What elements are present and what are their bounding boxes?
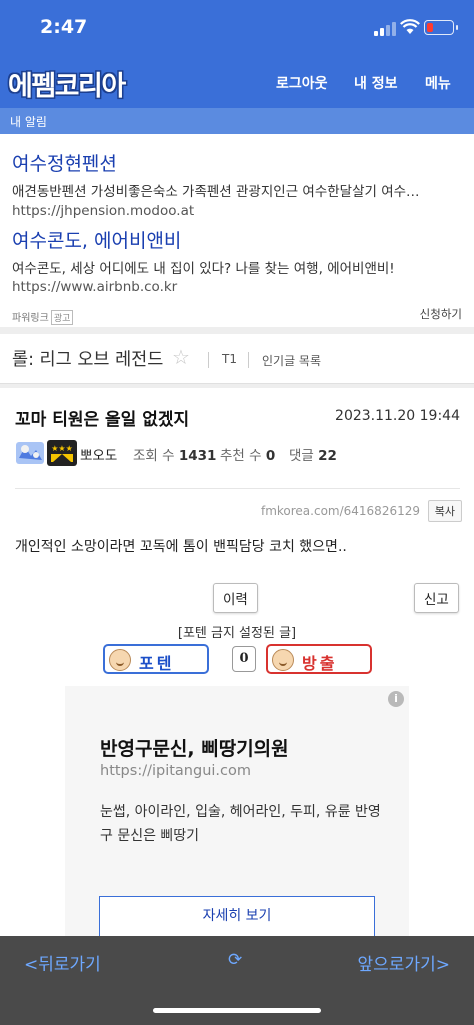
- view-count: 조회 수 1431: [133, 444, 216, 464]
- ad-url-1[interactable]: https://jhpension.modoo.at: [12, 203, 194, 219]
- views-value: 1431: [178, 448, 217, 464]
- vote-count: 0: [232, 646, 256, 672]
- views-label: 조회 수: [133, 448, 175, 464]
- cellular-signal-icon: [374, 22, 396, 36]
- forward-button[interactable]: 앞으로가기>: [358, 950, 450, 975]
- post-source-url: fmkorea.com/6416826129: [260, 504, 420, 518]
- reload-icon[interactable]: ⟳: [228, 950, 242, 970]
- post-title: 꼬마 티원은 올일 없겠지: [15, 410, 190, 430]
- ad-title-2[interactable]: 여수콘도, 에어비앤비: [12, 226, 181, 253]
- home-indicator[interactable]: [153, 1008, 321, 1013]
- divider: [208, 352, 209, 368]
- ad-card-url[interactable]: https://ipitangui.com: [100, 763, 251, 779]
- ad-url-2[interactable]: https://www.airbnb.co.kr: [12, 279, 177, 295]
- status-bar: 2:47: [0, 0, 474, 56]
- recommend-label: 추천 수: [220, 448, 262, 464]
- menu-link[interactable]: 메뉴: [425, 73, 451, 93]
- ad-desc-2: 여수콘도, 세상 어디에도 내 집이 있다? 나를 찾는 여행, 에어비앤비!: [12, 261, 395, 277]
- ad-card-desc: 눈썹, 아이라인, 입술, 헤어라인, 두피, 유륜 반영구 문신은 삐땅기: [100, 804, 381, 844]
- divider: [15, 488, 460, 489]
- poten-blocked-notice: [포텐 금지 설정된 글]: [177, 626, 297, 641]
- post-content: 개인적인 소망이라면 꼬독에 톰이 밴픽담당 코치 했으면..: [15, 539, 347, 555]
- wifi-icon: [400, 19, 420, 34]
- post-author[interactable]: 뽀오도: [80, 444, 117, 464]
- sad-face-icon: [272, 649, 294, 671]
- report-button[interactable]: 신고: [414, 583, 459, 613]
- board-header: 롤: 리그 오브 레전드 ☆ T1 인기글 목록: [0, 334, 474, 384]
- ad-title-1[interactable]: 여수정현펜션: [12, 149, 117, 176]
- section-divider: [0, 384, 474, 388]
- popular-posts-link[interactable]: 인기글 목록: [262, 352, 321, 369]
- ad-info-icon[interactable]: i: [388, 691, 404, 707]
- comments-label: 댓글: [289, 448, 314, 464]
- divider: [248, 352, 249, 368]
- user-badge-icon: ★★★: [47, 440, 77, 466]
- user-level-icon: [16, 442, 44, 464]
- my-info-link[interactable]: 내 정보: [354, 73, 398, 93]
- site-header: 에펨코리아 로그아웃 내 정보 메뉴: [0, 56, 474, 108]
- upvote-button[interactable]: 포텐: [103, 644, 209, 674]
- comment-count[interactable]: 댓글 22: [289, 444, 337, 464]
- powerlink-label: 파워링크 광고: [12, 309, 74, 325]
- downvote-button[interactable]: 방출: [266, 644, 372, 674]
- battery-icon: [424, 20, 458, 35]
- notifications-bar[interactable]: 내 알림: [0, 108, 474, 134]
- post-date: 2023.11.20 19:44: [335, 408, 460, 424]
- apply-link[interactable]: 신청하기: [420, 306, 462, 322]
- logout-link[interactable]: 로그아웃: [276, 73, 328, 93]
- recommend-value: 0: [265, 448, 276, 464]
- board-title[interactable]: 롤: 리그 오브 레전드: [12, 346, 163, 371]
- notifications-label: 내 알림: [10, 115, 47, 129]
- recommend-count: 추천 수 0: [220, 444, 275, 464]
- ad-card-title[interactable]: 반영구문신, 삐땅기의원: [100, 734, 289, 761]
- copy-url-button[interactable]: 복사: [427, 500, 462, 522]
- ad-desc-1: 애견동반펜션 가성비좋은숙소 가족펜션 관광지인근 여수한달살기 여수…: [12, 184, 420, 200]
- back-button[interactable]: <뒤로가기: [24, 950, 101, 975]
- upvote-label: 포텐: [139, 654, 175, 673]
- ad-more-button[interactable]: 자세히 보기: [99, 896, 375, 938]
- ad-badge: 광고: [50, 310, 74, 325]
- downvote-label: 방출: [302, 654, 338, 673]
- star-icon[interactable]: ☆: [172, 345, 190, 369]
- ad-card[interactable]: i 반영구문신, 삐땅기의원 https://ipitangui.com 눈썹,…: [65, 686, 409, 946]
- happy-face-icon: [109, 649, 131, 671]
- svg-text:★★★: ★★★: [51, 444, 73, 453]
- section-divider: [0, 327, 474, 334]
- site-logo[interactable]: 에펨코리아: [8, 64, 126, 103]
- comments-value: 22: [318, 448, 337, 464]
- powerlink-text: 파워링크: [12, 313, 49, 324]
- status-time: 2:47: [40, 16, 88, 38]
- tab-t1[interactable]: T1: [222, 352, 237, 366]
- history-button[interactable]: 이력: [213, 583, 258, 613]
